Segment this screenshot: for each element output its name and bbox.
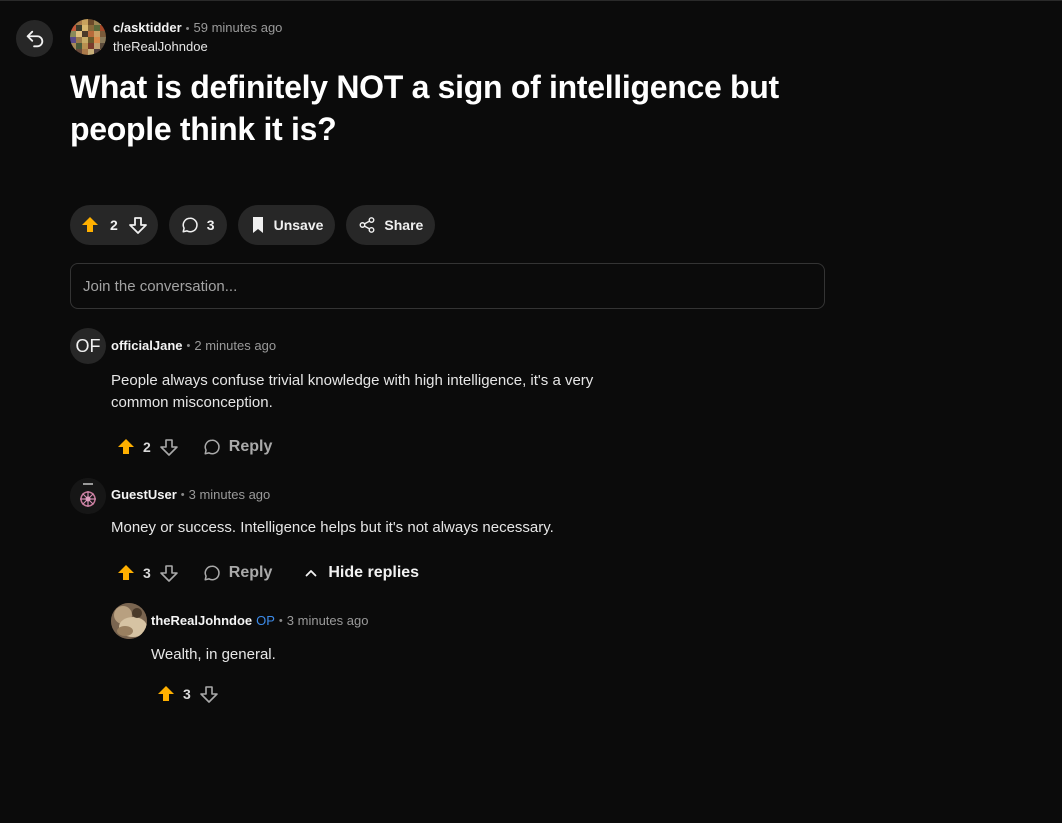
comment-body: Wealth, in general. (151, 646, 276, 663)
comment-username[interactable]: GuestUser (111, 487, 177, 502)
reply-label: Reply (228, 564, 273, 581)
avatar[interactable]: OF (70, 328, 106, 364)
upvote-icon[interactable] (116, 563, 136, 583)
comment-vote-count: 2 (143, 439, 151, 455)
separator-dot: • (180, 488, 185, 501)
guest-avatar-icon (70, 478, 106, 514)
comment-time: 2 minutes ago (194, 338, 277, 353)
comment-actions: 3 (156, 684, 219, 704)
reply-label: Reply (228, 438, 273, 455)
comment-header: theRealJohndoe OP • 3 minutes ago (151, 613, 368, 628)
share-button[interactable]: Share (346, 205, 436, 245)
vote-control: 2 (70, 205, 158, 245)
op-badge: OP (256, 613, 275, 628)
comment-header: GuestUser • 3 minutes ago (111, 487, 270, 502)
comment-username[interactable]: officialJane (111, 338, 183, 353)
comment-vote-count: 3 (183, 686, 191, 702)
upvote-icon[interactable] (156, 684, 176, 704)
subreddit-name[interactable]: c/asktidder (113, 20, 182, 35)
unsave-label: Unsave (273, 217, 324, 233)
comment-input[interactable] (81, 276, 814, 296)
downvote-icon[interactable] (128, 215, 148, 235)
reply-button[interactable]: Reply (203, 438, 273, 456)
user-photo-icon (111, 603, 147, 639)
comment-count: 3 (206, 217, 215, 233)
share-label: Share (384, 217, 424, 233)
downvote-icon[interactable] (159, 563, 179, 583)
hide-replies-label: Hide replies (328, 564, 420, 581)
avatar[interactable] (111, 603, 147, 639)
comment-body: People always confuse trivial knowledge … (111, 372, 594, 411)
share-icon (358, 216, 376, 234)
comment-username[interactable]: theRealJohndoe (151, 613, 252, 628)
separator-dot: • (186, 339, 191, 352)
post-page: c/asktidder • 59 minutes ago theRealJohndo… (0, 0, 1062, 823)
upvote-icon[interactable] (116, 437, 136, 457)
comment-header: officialJane • 2 minutes ago (111, 338, 276, 353)
post-vote-count: 2 (110, 217, 118, 233)
comment-time: 3 minutes ago (286, 613, 369, 628)
comment-vote-count: 3 (143, 565, 151, 581)
unsave-button[interactable]: Unsave (237, 205, 336, 245)
comment-time: 3 minutes ago (188, 487, 271, 502)
comment-composer[interactable] (70, 263, 825, 309)
downvote-icon[interactable] (199, 684, 219, 704)
post-header: c/asktidder • 59 minutes ago theRealJohndo… (70, 19, 282, 55)
subreddit-avatar[interactable] (70, 19, 106, 55)
comment-icon (203, 564, 221, 582)
post-author[interactable]: theRealJohndoe (113, 38, 282, 55)
comments-button[interactable]: 3 (168, 205, 227, 245)
avatar-initials: OF (75, 335, 101, 356)
comment-actions: 2 Reply (116, 437, 272, 457)
comment-icon (203, 438, 221, 456)
chevron-up-icon (304, 566, 318, 580)
separator-dot: • (278, 614, 283, 627)
back-button[interactable] (16, 20, 53, 57)
comment-icon (181, 216, 199, 234)
comment-body: Money or success. Intelligence helps but… (111, 519, 554, 536)
separator-dot: • (185, 23, 190, 35)
avatar[interactable] (70, 478, 106, 514)
post-actions: 2 3 Unsave Share (70, 205, 436, 245)
post-time: 59 minutes ago (193, 20, 283, 35)
reply-button[interactable]: Reply (203, 564, 273, 582)
comment-actions: 3 Reply Hide replies (116, 563, 419, 583)
back-icon (24, 28, 46, 50)
upvote-icon[interactable] (80, 215, 100, 235)
hide-replies-button[interactable]: Hide replies (304, 564, 419, 582)
post-title: What is definitely NOT a sign of intelli… (70, 69, 779, 147)
bookmark-icon (250, 216, 266, 234)
downvote-icon[interactable] (159, 437, 179, 457)
